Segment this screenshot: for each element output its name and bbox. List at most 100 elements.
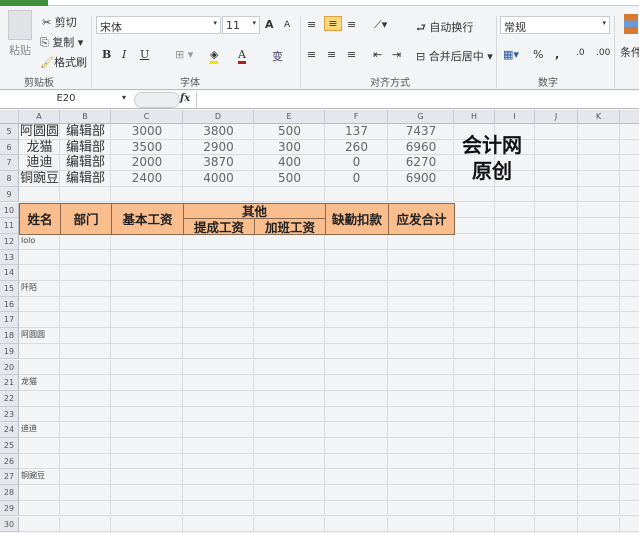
header-base-salary[interactable]: 基本工资 [111, 202, 184, 235]
amount-cell[interactable]: 3500 [111, 140, 183, 156]
cell[interactable] [19, 438, 60, 454]
cell[interactable] [111, 485, 183, 501]
cell[interactable] [388, 438, 454, 454]
cell[interactable] [19, 453, 60, 470]
cell[interactable] [454, 343, 495, 360]
cell[interactable] [535, 390, 578, 407]
cell[interactable] [620, 375, 639, 391]
cell[interactable] [325, 249, 388, 266]
cell[interactable] [454, 359, 495, 376]
cell[interactable] [183, 359, 254, 376]
cell[interactable] [183, 281, 254, 297]
cell[interactable] [495, 265, 535, 281]
cell[interactable] [535, 139, 578, 156]
cell[interactable] [620, 218, 639, 234]
column-header-J[interactable]: J [535, 110, 578, 124]
header-name[interactable]: 姓名 [19, 202, 61, 235]
cell[interactable] [535, 343, 578, 360]
cell[interactable] [620, 297, 639, 313]
cell[interactable] [535, 265, 578, 281]
header-absence-deduction[interactable]: 缺勤扣款 [325, 202, 389, 235]
cell[interactable] [454, 281, 495, 297]
cell[interactable] [495, 422, 535, 438]
cell[interactable] [620, 485, 639, 501]
employee-name[interactable]: 龙猫 [19, 140, 60, 156]
increase-decimal-button[interactable]: .0 [576, 48, 585, 58]
cell[interactable] [183, 186, 254, 203]
cell[interactable] [495, 406, 535, 423]
paste-button[interactable]: 粘贴 [9, 42, 31, 58]
cell[interactable] [578, 453, 620, 470]
cell[interactable] [578, 171, 620, 187]
cell[interactable] [620, 140, 639, 156]
amount-cell[interactable]: 6960 [388, 140, 454, 156]
cell[interactable] [495, 249, 535, 266]
amount-cell[interactable]: 2400 [111, 171, 183, 187]
cell[interactable] [325, 328, 388, 344]
cell[interactable] [495, 485, 535, 501]
cell[interactable] [535, 328, 578, 344]
cell[interactable] [183, 406, 254, 423]
cell[interactable] [183, 438, 254, 454]
decrease-decimal-button[interactable]: .00 [596, 48, 610, 58]
conditional-format-icon[interactable] [624, 14, 638, 34]
align-bottom-button[interactable]: ≡ [347, 18, 356, 31]
cell[interactable] [454, 375, 495, 391]
name-box-dropdown-icon[interactable]: ▾ [122, 93, 126, 102]
cell[interactable] [578, 265, 620, 281]
cell[interactable] [620, 517, 639, 533]
accounting-format-button[interactable]: ▦▾ [503, 48, 519, 61]
cell[interactable] [578, 328, 620, 344]
cell[interactable] [388, 375, 454, 391]
cell[interactable] [535, 233, 578, 250]
insert-function-button[interactable]: fx [180, 93, 190, 104]
cell[interactable] [454, 312, 495, 329]
align-middle-button[interactable]: ≡ [324, 16, 342, 31]
cell[interactable] [620, 265, 639, 281]
amount-cell[interactable]: 3000 [111, 124, 183, 140]
cell[interactable] [325, 390, 388, 407]
cell[interactable] [388, 265, 454, 281]
cell[interactable] [111, 359, 183, 376]
cell[interactable] [620, 469, 639, 486]
cell[interactable] [60, 516, 111, 533]
cell[interactable] [388, 422, 454, 438]
cell[interactable] [454, 422, 495, 438]
column-header-E[interactable]: E [254, 110, 325, 124]
department[interactable]: 编辑部 [60, 124, 111, 140]
cell[interactable] [535, 296, 578, 313]
cell[interactable] [578, 296, 620, 313]
cell[interactable] [183, 312, 254, 329]
cell[interactable] [111, 406, 183, 423]
cell[interactable] [578, 359, 620, 376]
cell[interactable] [60, 485, 111, 501]
cell[interactable] [454, 233, 495, 250]
cell[interactable] [111, 312, 183, 329]
cell[interactable] [254, 281, 325, 297]
cell[interactable] [578, 155, 620, 172]
column-header-A[interactable]: A [19, 110, 60, 124]
amount-cell[interactable]: 400 [254, 155, 325, 171]
cell[interactable] [111, 281, 183, 297]
cell[interactable] [60, 375, 111, 391]
row-header-15[interactable]: 15 [0, 281, 19, 297]
cell[interactable] [183, 516, 254, 533]
employee-name[interactable]: 铜豌豆 [19, 171, 60, 187]
cell[interactable] [620, 187, 639, 203]
cell[interactable] [183, 453, 254, 470]
cell[interactable] [111, 249, 183, 266]
cell[interactable] [495, 359, 535, 376]
cell[interactable] [454, 485, 495, 501]
cell[interactable] [620, 328, 639, 344]
row-header-24[interactable]: 24 [0, 422, 19, 438]
cell[interactable] [60, 281, 111, 297]
cell[interactable] [183, 500, 254, 517]
copy-button[interactable]: ⎘ 复制 ▾ [40, 34, 83, 50]
cell[interactable] [325, 343, 388, 360]
align-center-button[interactable]: ≡ [327, 48, 336, 61]
cell[interactable] [535, 438, 578, 454]
cell[interactable] [60, 233, 111, 250]
cell[interactable] [388, 390, 454, 407]
column-header-F[interactable]: F [325, 110, 388, 124]
cell[interactable] [495, 375, 535, 391]
